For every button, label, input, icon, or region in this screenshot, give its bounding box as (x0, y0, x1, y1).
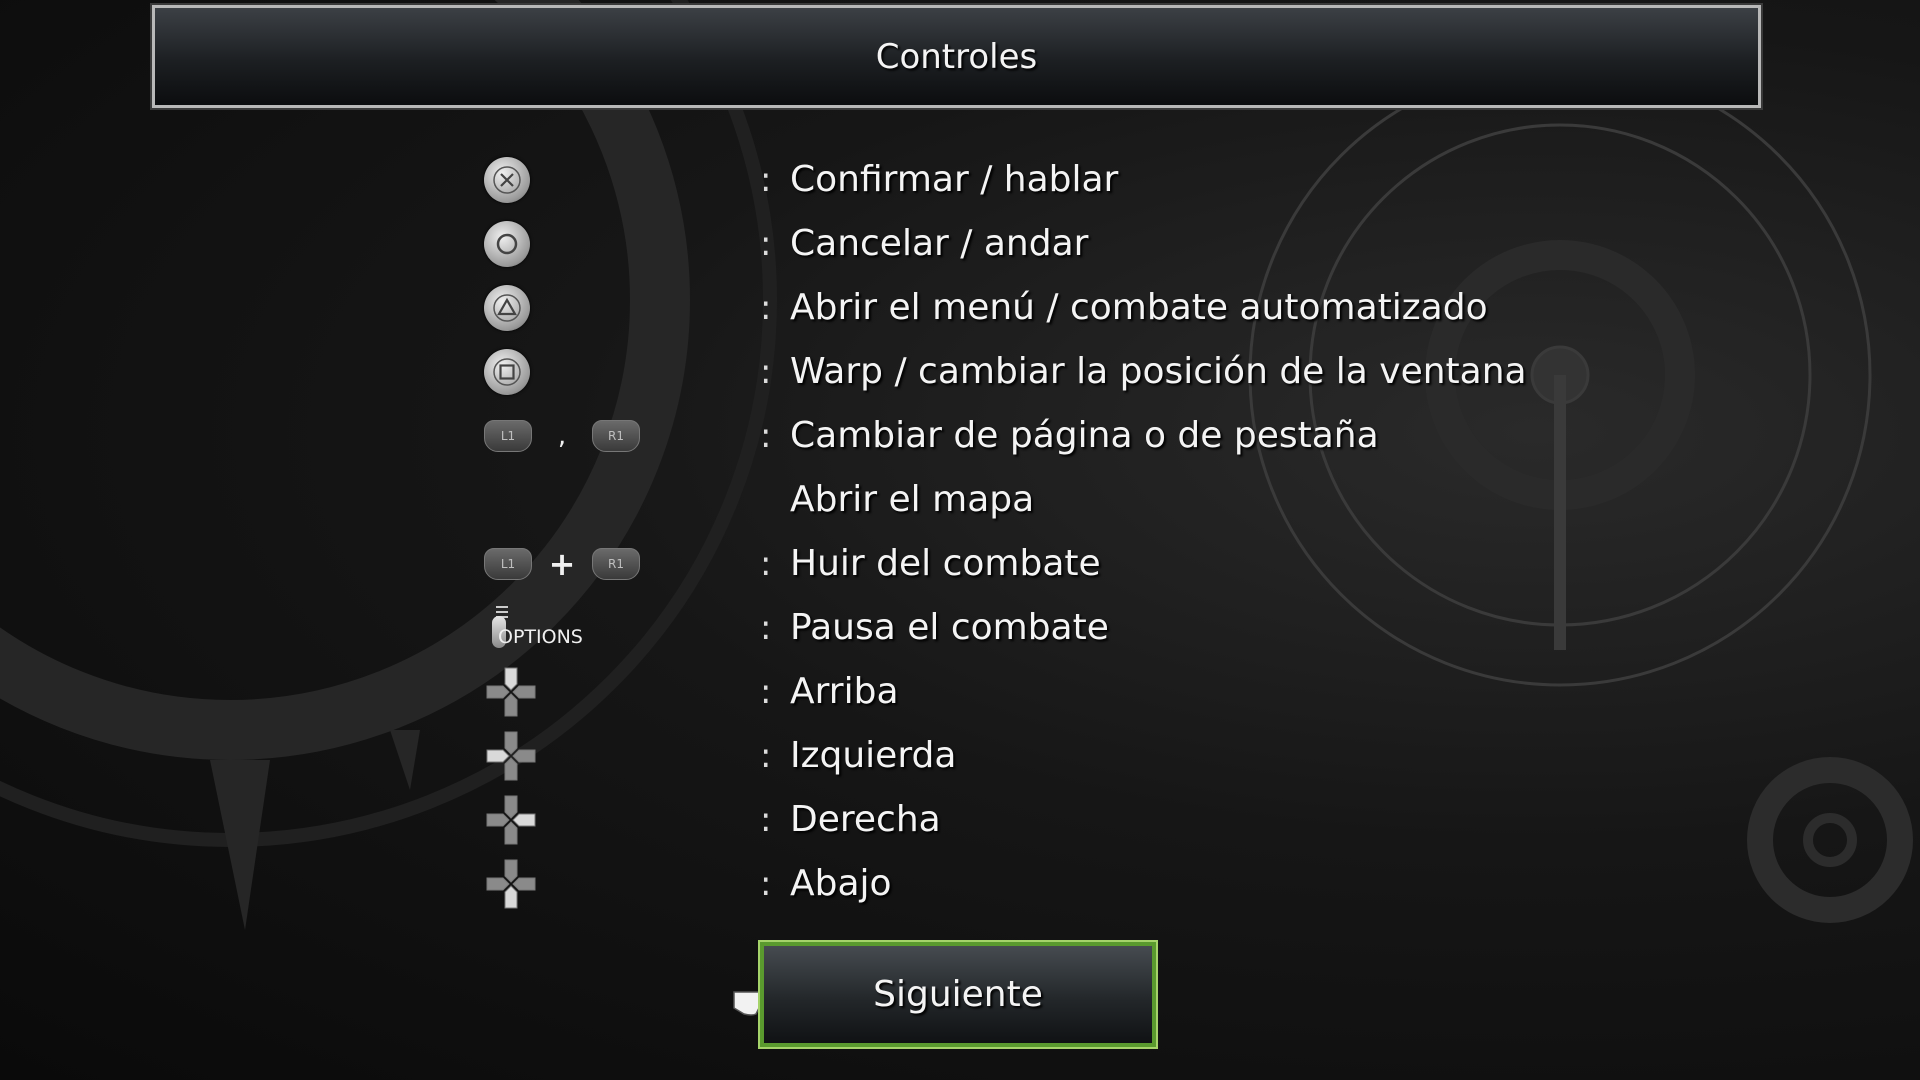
dpad-down-icon (484, 852, 538, 916)
control-label: Izquierda (790, 735, 957, 776)
control-label: Confirmar / hablar (790, 159, 1119, 200)
row-colon: : (760, 416, 772, 456)
l1-r1-buttons-icon: L1 , R1 (484, 404, 640, 468)
control-row: : Arriba (0, 660, 1920, 724)
row-colon: : (760, 608, 772, 648)
title-bar: Controles (150, 3, 1763, 110)
control-label: Abrir el menú / combate automatizado (790, 287, 1488, 328)
row-colon: : (760, 736, 772, 776)
control-label: Cancelar / andar (790, 223, 1089, 264)
row-colon: : (760, 288, 772, 328)
options-label: OPTIONS (498, 626, 583, 648)
page-title: Controles (875, 36, 1038, 77)
control-label: Huir del combate (790, 543, 1101, 584)
row-colon: : (760, 672, 772, 712)
dpad-right-icon (484, 788, 538, 852)
row-colon: : (760, 352, 772, 392)
l1-button-icon: L1 (484, 548, 532, 580)
control-row: : Derecha (0, 788, 1920, 852)
row-colon: : (760, 800, 772, 840)
control-row: : Izquierda (0, 724, 1920, 788)
control-label: Derecha (790, 799, 941, 840)
r1-button-icon: R1 (592, 420, 640, 452)
plus-separator: + (548, 545, 576, 583)
control-row: L1 + R1 : Huir del combate (0, 532, 1920, 596)
control-row: : Confirmar / hablar (0, 148, 1920, 212)
l1-plus-r1-buttons-icon: L1 + R1 (484, 532, 640, 596)
triangle-button-icon (484, 285, 530, 331)
control-row: : Abrir el menú / combate automatizado (0, 276, 1920, 340)
button-separator: , (557, 421, 567, 451)
l1-button-icon: L1 (484, 420, 532, 452)
control-label: Warp / cambiar la posición de la ventana (790, 351, 1527, 392)
control-row: Abrir el mapa (0, 468, 1920, 532)
row-colon: : (760, 160, 772, 200)
control-label: Pausa el combate (790, 607, 1109, 648)
r1-button-icon: R1 (592, 548, 640, 580)
next-button[interactable]: Siguiente (758, 940, 1158, 1049)
next-button-label: Siguiente (873, 974, 1043, 1015)
control-label: Arriba (790, 671, 899, 712)
row-colon: : (760, 864, 772, 904)
square-button-icon (484, 349, 530, 395)
options-button-icon: OPTIONS (484, 596, 584, 660)
control-label: Cambiar de página o de pestaña (790, 415, 1379, 456)
dpad-up-icon (484, 660, 538, 724)
dpad-left-icon (484, 724, 538, 788)
control-label: Abajo (790, 863, 892, 904)
control-label: Abrir el mapa (790, 479, 1035, 520)
control-row: : Abajo (0, 852, 1920, 916)
row-colon: : (760, 224, 772, 264)
circle-button-icon (484, 221, 530, 267)
control-row: L1 , R1 : Cambiar de página o de pestaña (0, 404, 1920, 468)
control-row: OPTIONS : Pausa el combate (0, 596, 1920, 660)
row-colon: : (760, 544, 772, 584)
control-row: : Cancelar / andar (0, 212, 1920, 276)
control-row: : Warp / cambiar la posición de la venta… (0, 340, 1920, 404)
cross-button-icon (484, 157, 530, 203)
